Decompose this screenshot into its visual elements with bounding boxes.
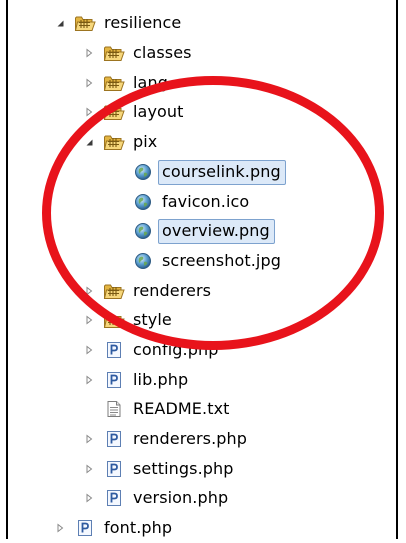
- tree-item[interactable]: version.php: [82, 483, 228, 513]
- tree-item-label: lang: [133, 73, 168, 92]
- tree-item[interactable]: pix: [82, 127, 157, 157]
- php-file-icon: [103, 488, 125, 508]
- collapsed-arrow-icon[interactable]: [82, 343, 96, 357]
- tree-item-label: README.txt: [133, 399, 230, 418]
- globe-file-icon: [132, 221, 154, 241]
- expanded-arrow-icon[interactable]: [82, 135, 96, 149]
- collapsed-arrow-icon[interactable]: [82, 105, 96, 119]
- tree-item[interactable]: renderers.php: [82, 424, 247, 454]
- tree-item-label: pix: [133, 132, 158, 151]
- tree-item[interactable]: renderers: [82, 276, 211, 306]
- collapsed-arrow-icon[interactable]: [82, 76, 96, 90]
- tree-item[interactable]: courselink.png: [111, 157, 286, 187]
- tree-item[interactable]: settings.php: [82, 454, 234, 484]
- expanded-arrow-icon[interactable]: [53, 16, 67, 30]
- tree-item[interactable]: style: [82, 305, 172, 335]
- php-file-icon: [103, 459, 125, 479]
- text-file-icon: [103, 399, 125, 419]
- tree-item-label: classes: [133, 43, 192, 62]
- collapsed-arrow-icon[interactable]: [53, 521, 67, 535]
- tree-item[interactable]: lang: [82, 68, 168, 98]
- globe-file-icon: [132, 251, 154, 271]
- tree-item[interactable]: resilience: [53, 8, 181, 38]
- tree-item-label: style: [133, 310, 172, 329]
- folder-icon: [103, 102, 125, 122]
- collapsed-arrow-icon[interactable]: [82, 491, 96, 505]
- folder-icon: [103, 281, 125, 301]
- tree-item[interactable]: overview.png: [111, 216, 275, 246]
- folder-icon: [103, 73, 125, 93]
- tree-item-label: renderers: [133, 281, 212, 300]
- php-file-icon: [103, 429, 125, 449]
- tree-item-label: courselink.png: [158, 159, 286, 185]
- folder-icon: [74, 13, 96, 33]
- php-file-icon: [103, 340, 125, 360]
- collapsed-arrow-icon[interactable]: [82, 284, 96, 298]
- collapsed-arrow-icon[interactable]: [82, 373, 96, 387]
- tree-item-label: settings.php: [133, 459, 234, 478]
- collapsed-arrow-icon[interactable]: [82, 46, 96, 60]
- folder-icon: [103, 310, 125, 330]
- folder-icon: [103, 132, 125, 152]
- tree-item[interactable]: config.php: [82, 335, 219, 365]
- tree-item[interactable]: classes: [82, 38, 192, 68]
- globe-file-icon: [132, 162, 154, 182]
- tree-item-label: screenshot.jpg: [162, 251, 281, 270]
- tree-item-label: resilience: [104, 13, 182, 32]
- tree-item[interactable]: screenshot.jpg: [111, 246, 281, 276]
- tree-item[interactable]: favicon.ico: [111, 187, 249, 217]
- tree-item-label: layout: [133, 102, 184, 121]
- tree-item-label: favicon.ico: [162, 192, 250, 211]
- collapsed-arrow-icon[interactable]: [82, 313, 96, 327]
- collapsed-arrow-icon[interactable]: [82, 432, 96, 446]
- tree-item-label: renderers.php: [133, 429, 248, 448]
- folder-icon: [103, 43, 125, 63]
- tree-item-label: lib.php: [133, 370, 189, 389]
- tree-item-label: version.php: [133, 488, 229, 507]
- globe-file-icon: [132, 192, 154, 212]
- collapsed-arrow-icon[interactable]: [82, 462, 96, 476]
- tree-item[interactable]: lib.php: [82, 365, 188, 395]
- php-file-icon: [74, 518, 96, 538]
- tree-item[interactable]: layout: [82, 97, 184, 127]
- tree-item-label: config.php: [133, 340, 219, 359]
- tree-item-label: font.php: [104, 518, 173, 537]
- tree-item[interactable]: README.txt: [82, 394, 230, 424]
- php-file-icon: [103, 370, 125, 390]
- tree-item-label: overview.png: [158, 218, 275, 244]
